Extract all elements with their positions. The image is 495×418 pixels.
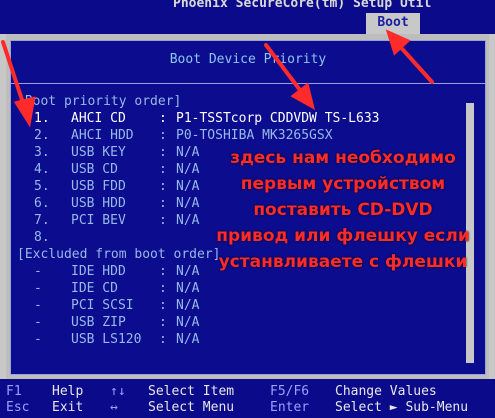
footer-action: Change Values [335, 384, 437, 399]
footer-action: Help [52, 384, 84, 399]
annotation-line: привод или флешку если [216, 226, 470, 246]
boot-device-row[interactable]: - PCI SCSI: N/A [11, 297, 451, 314]
device-value: N/A [176, 145, 200, 160]
device-name: USB ZIP [71, 315, 126, 330]
device-name: AHCI HDD [71, 128, 134, 143]
device-index: - [34, 298, 42, 313]
separator: : [159, 281, 167, 296]
footer-key: F1 [6, 384, 22, 399]
boot-device-row[interactable]: - USB ZIP: N/A [11, 314, 451, 331]
separator: : [159, 332, 167, 347]
annotation-line: здесь нам необходимо [230, 148, 456, 168]
panel-header: Boot Device Priority [11, 41, 485, 84]
menu-tabs: Boot [0, 13, 495, 34]
device-value: N/A [176, 281, 200, 296]
title-bar: Phoenix SecureCore(tm) Setup Util [0, 0, 495, 13]
device-index: 4. [34, 162, 50, 177]
footer-key: Esc [6, 400, 30, 415]
device-name: AHCI CD [71, 111, 126, 126]
device-index: 5. [34, 179, 50, 194]
section-header: [Boot priority order] [17, 94, 182, 109]
device-value: N/A [176, 196, 200, 211]
footer-action: Exit [52, 400, 84, 415]
device-index: - [34, 264, 42, 279]
device-value: P0-TOSHIBA MK3265GSX [176, 128, 333, 143]
footer-key: Enter [270, 400, 310, 415]
device-name: USB FDD [71, 179, 126, 194]
separator: : [159, 128, 167, 143]
device-value: P1-TSSTcorp CDDVDW TS-L633 [176, 111, 380, 126]
device-name: IDE CD [71, 281, 118, 296]
boot-device-row[interactable]: - USB LS120: N/A [11, 331, 451, 348]
device-value: N/A [176, 179, 200, 194]
separator: : [159, 162, 167, 177]
device-name: USB LS120 [71, 332, 142, 347]
device-index: 8. [34, 230, 50, 245]
section-header: [Excluded from boot order] [17, 247, 221, 262]
device-index: 7. [34, 213, 50, 228]
boot-device-row-selected[interactable]: 1. AHCI CD: P1-TSSTcorp CDDVDW TS-L633 [11, 110, 451, 127]
device-index: - [34, 315, 42, 330]
separator: : [159, 111, 167, 126]
device-value: N/A [176, 213, 200, 228]
separator: : [159, 264, 167, 279]
device-value: N/A [176, 315, 200, 330]
device-name: IDE HDD [71, 264, 126, 279]
annotation-line: первым устройством [240, 174, 446, 194]
separator: : [159, 145, 167, 160]
panel-title: Boot Device Priority [169, 52, 327, 67]
device-value: N/A [176, 298, 200, 313]
device-value: N/A [176, 264, 200, 279]
key-help-footer: F1 Help ↑↓ Select Item F5/F6 Change Values Esc… [0, 379, 495, 418]
device-value: N/A [176, 332, 200, 347]
device-index: - [34, 332, 42, 347]
app-title: Phoenix SecureCore(tm) Setup Util [173, 0, 432, 11]
tab-boot[interactable]: Boot [366, 13, 420, 34]
footer-action: Select ► Sub-Menu [335, 400, 469, 415]
device-name: USB HDD [71, 196, 126, 211]
footer-action: Select Item [148, 384, 235, 399]
separator: : [159, 196, 167, 211]
separator: : [159, 298, 167, 313]
instruction-annotation: здесь нам необходимо первым устройством по… [198, 145, 488, 275]
device-index: 6. [34, 196, 50, 211]
device-name: USB KEY [71, 145, 126, 160]
device-name: PCI BEV [71, 213, 126, 228]
device-index: 2. [34, 128, 50, 143]
footer-key: ↑↓ [110, 384, 126, 399]
boot-device-row[interactable]: - IDE CD: N/A [11, 280, 451, 297]
device-index: - [34, 281, 42, 296]
separator: : [159, 315, 167, 330]
annotation-line: поставить CD-DVD [253, 200, 433, 220]
separator: : [159, 179, 167, 194]
device-name: PCI SCSI [71, 298, 134, 313]
footer-key: ↔ [110, 400, 118, 415]
annotation-line: устанвливаете с флешки [218, 252, 468, 272]
bios-setup-screen: Phoenix SecureCore(tm) Setup Util Boot B… [0, 0, 495, 418]
separator: : [159, 213, 167, 228]
device-name: USB CD [71, 162, 118, 177]
device-index: 3. [34, 145, 50, 160]
device-value: N/A [176, 162, 200, 177]
footer-key: F5/F6 [270, 384, 310, 399]
device-index: 1. [34, 111, 50, 126]
boot-device-row[interactable]: 2. AHCI HDD: P0-TOSHIBA MK3265GSX [11, 127, 451, 144]
footer-action: Select Menu [148, 400, 235, 415]
